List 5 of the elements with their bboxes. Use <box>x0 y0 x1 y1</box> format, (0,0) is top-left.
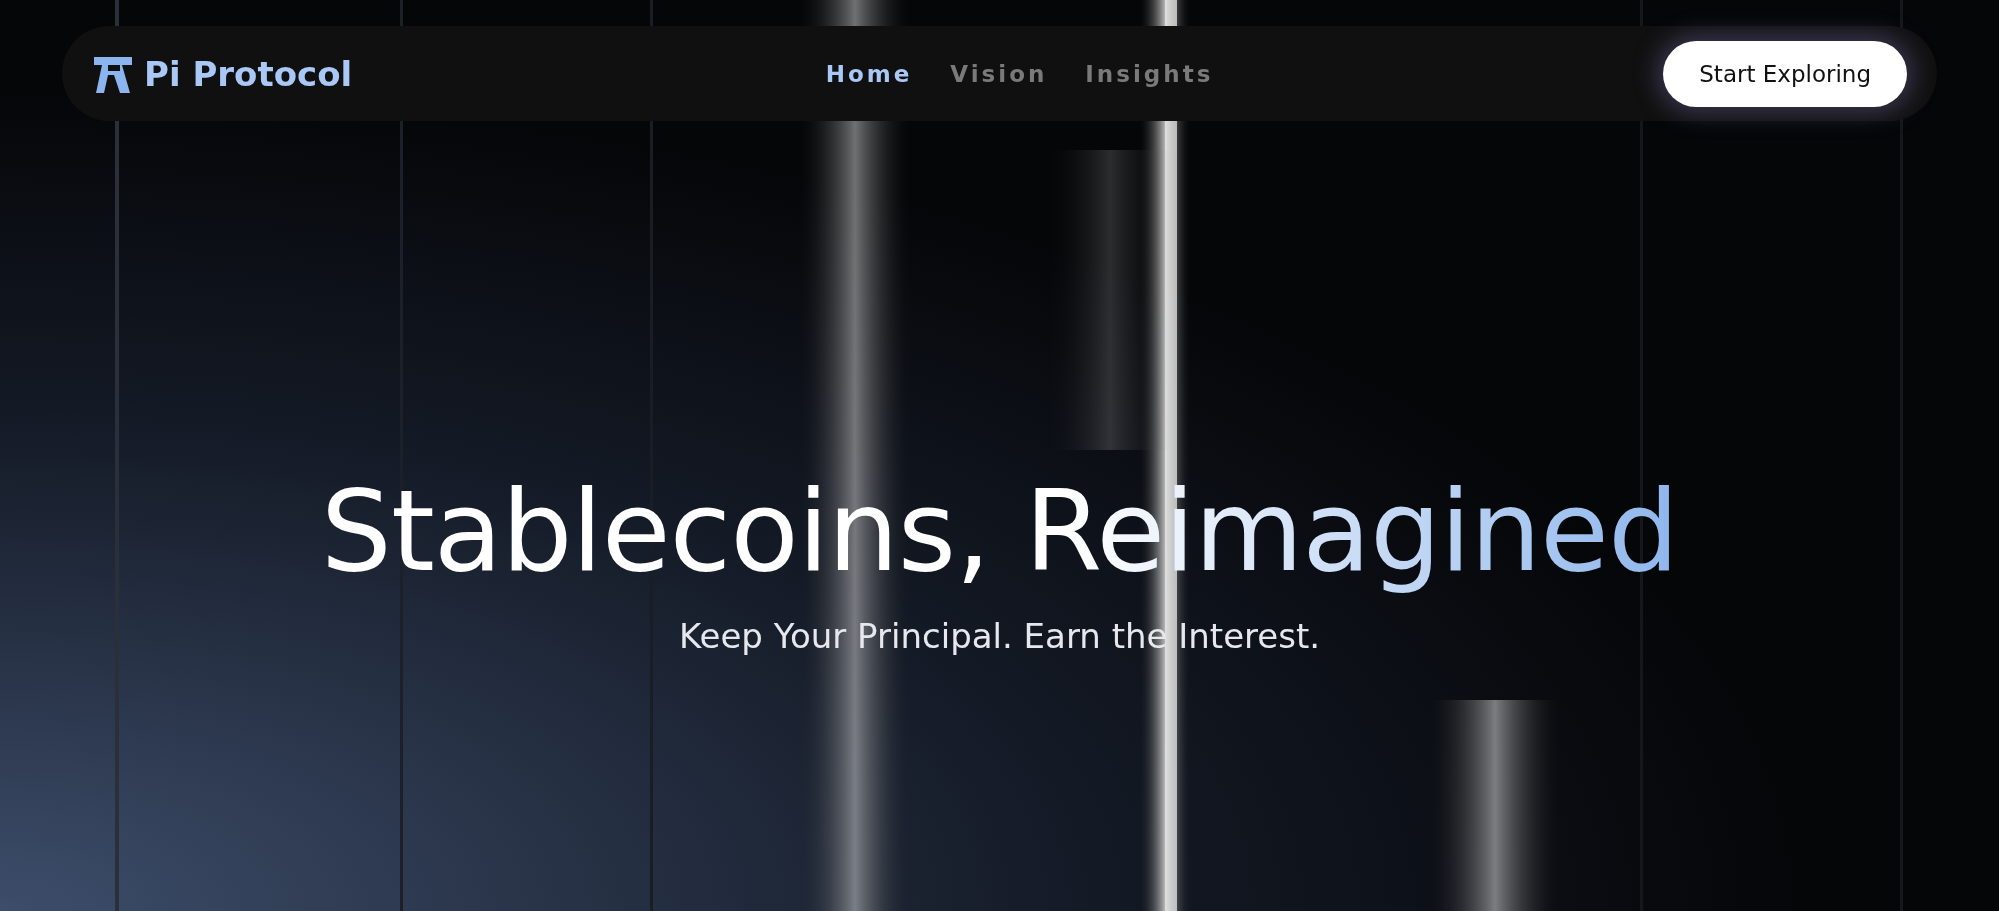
brand-name[interactable]: Pi Protocol <box>144 53 353 94</box>
nav-link[interactable]: Insights <box>1085 60 1214 87</box>
nav-link[interactable]: Vision <box>950 60 1048 87</box>
start-exploring-button[interactable]: Start Exploring <box>1663 40 1907 107</box>
nav-link[interactable]: Home <box>825 60 913 87</box>
